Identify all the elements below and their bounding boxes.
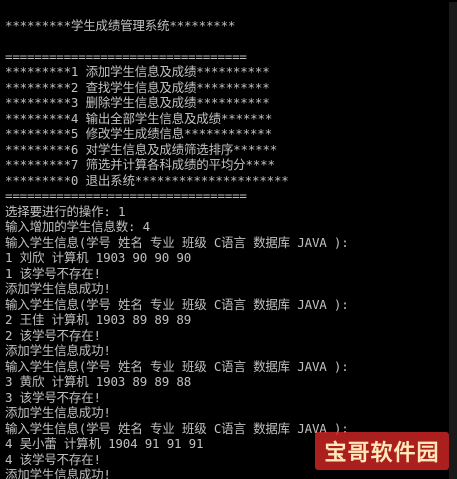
- console-line: 选择要进行的操作: 1: [5, 203, 126, 219]
- console-line: *********6 对学生信息及成绩筛选排序******: [5, 141, 278, 157]
- console-window[interactable]: *********学生成绩管理系统********* =============…: [0, 2, 457, 479]
- console-line: *********1 添加学生信息及成绩**********: [5, 64, 270, 79]
- console-line: 输入学生信息(学号 姓名 专业 班级 C语言 数据库 JAVA ):: [5, 296, 349, 312]
- console-line: 1 该学号不存在!: [5, 265, 101, 281]
- console-line: *********学生成绩管理系统*********: [5, 17, 236, 33]
- console-line: 3 黄欣 计算机 1903 89 89 88: [5, 374, 192, 389]
- console-line: 输入学生信息(学号 姓名 专业 班级 C语言 数据库 JAVA ):: [5, 358, 349, 374]
- console-line: 输入学生信息(学号 姓名 专业 班级 C语言 数据库 JAVA ):: [5, 234, 349, 250]
- console-line: *********3 删除学生信息及成绩**********: [5, 95, 270, 110]
- console-line: 添加学生信息成功!: [5, 405, 111, 420]
- console-line: =================================: [5, 188, 247, 203]
- console-line: *********2 查找学生信息及成绩**********: [5, 79, 270, 95]
- console-line: *********7 筛选并计算各科成绩的平均分****: [5, 157, 275, 172]
- console-line: 3 该学号不存在!: [5, 389, 101, 405]
- console-line: 2 王佳 计算机 1903 89 89 89: [5, 312, 192, 327]
- console-output: *********学生成绩管理系统********* =============…: [5, 2, 457, 479]
- console-line: =================================: [5, 48, 247, 64]
- console-line: *********5 修改学生成绩信息************: [5, 126, 272, 141]
- watermark-logo: 宝哥软件园: [315, 432, 449, 470]
- scrollbar[interactable]: [449, 2, 457, 479]
- console-line: 添加学生信息成功!: [5, 343, 111, 358]
- console-line: 2 该学号不存在!: [5, 327, 101, 343]
- console-line: *********0 退出系统*********************: [5, 172, 289, 188]
- console-line: 1 刘欣 计算机 1903 90 90 90: [5, 250, 192, 265]
- console-line: *********4 输出全部学生信息及成绩*******: [5, 110, 273, 126]
- console-line: 添加学生信息成功!: [5, 281, 111, 296]
- console-line: 输入增加的学生信息数: 4: [5, 219, 150, 234]
- watermark-text: 宝哥软件园: [324, 441, 440, 466]
